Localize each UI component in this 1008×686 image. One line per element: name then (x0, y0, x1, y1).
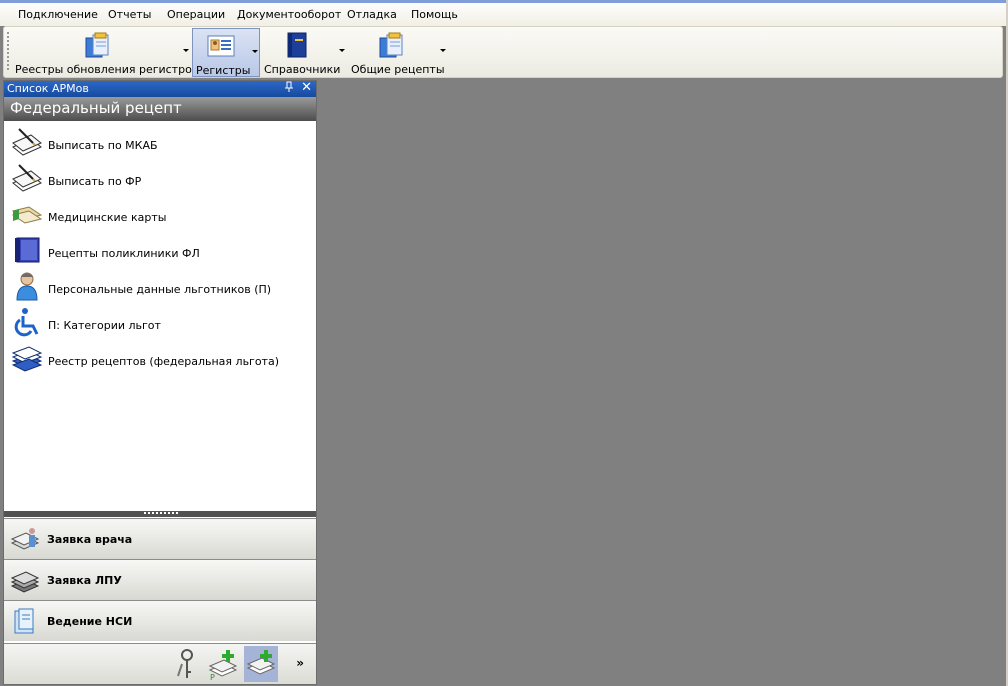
menu-debug[interactable]: Отладка (345, 8, 399, 21)
book-icon (15, 237, 40, 263)
menu-bar: Подключение Отчеты Операции Документообо… (0, 3, 1008, 26)
pin-icon[interactable] (284, 81, 294, 96)
nav-label: Заявка врача (47, 533, 133, 546)
chevron-down-icon[interactable] (339, 49, 345, 52)
reference-book-icon (287, 32, 307, 58)
common-recipes-icon (379, 32, 403, 58)
reference-books-label: Справочники (264, 63, 341, 76)
main-toolbar: Реестры обновления регистров Регистры Сп… (3, 26, 1003, 78)
nav-nsi-maintenance[interactable]: Ведение НСИ (4, 600, 316, 641)
panel-title: Список АРМов (7, 82, 89, 95)
person-icon (16, 272, 38, 301)
item-label: Реестр рецептов (федеральная льгота) (48, 355, 279, 368)
registry-updates-button[interactable]: Реестры обновления регистров (12, 28, 198, 77)
item-label: Медицинские карты (48, 211, 167, 224)
nav-clinic-request[interactable]: Заявка ЛПУ (4, 559, 316, 600)
menu-operations[interactable]: Операции (165, 8, 227, 21)
group-title: Федеральный рецепт (10, 99, 182, 117)
nav-label: Заявка ЛПУ (47, 574, 122, 587)
svg-text:P: P (210, 673, 215, 682)
keys-icon (177, 649, 193, 678)
add-document-icon (246, 650, 276, 675)
item-label: Рецепты поликлиники ФЛ (48, 247, 200, 260)
chevron-down-icon[interactable] (252, 50, 258, 53)
nav-doctor-request[interactable]: Заявка врача (4, 518, 316, 559)
doctor-request-icon (10, 528, 40, 550)
list-item[interactable]: Выписать по МКАБ (8, 125, 308, 159)
reference-books-button[interactable]: Справочники (262, 28, 346, 77)
menu-reports[interactable]: Отчеты (106, 8, 153, 21)
registry-stack-icon (11, 346, 43, 372)
registry-updates-label: Реестры обновления регистров (15, 63, 199, 76)
menu-connection[interactable]: Подключение (16, 8, 100, 21)
toolbar-grip[interactable] (7, 32, 9, 72)
add-document-button[interactable] (244, 646, 278, 682)
panel-bottom-bar: P » (4, 643, 316, 684)
common-recipes-button[interactable]: Общие рецепты (348, 28, 448, 77)
item-label: Выписать по ФР (48, 175, 142, 188)
registers-button[interactable]: Регистры (192, 28, 260, 77)
menu-document-flow[interactable]: Документооборот (235, 8, 343, 21)
menu-help[interactable]: Помощь (409, 8, 460, 21)
group-header: Федеральный рецепт (4, 97, 316, 121)
close-icon[interactable]: ✕ (301, 80, 312, 95)
item-label: Выписать по МКАБ (48, 139, 158, 152)
registers-card-icon (207, 35, 235, 57)
nav-label: Ведение НСИ (47, 615, 133, 628)
panel-title-bar: Список АРМов ✕ (4, 80, 316, 97)
medical-cards-icon (11, 206, 43, 224)
nsi-maintenance-icon (14, 608, 34, 634)
write-prescription-icon (12, 164, 42, 192)
list-item[interactable]: П: Категории льгот (8, 305, 308, 339)
list-item[interactable]: Медицинские карты (8, 197, 308, 231)
wheelchair-icon (14, 308, 39, 337)
add-prescription-button[interactable]: P (206, 646, 240, 682)
common-recipes-label: Общие рецепты (351, 63, 445, 76)
more-options-button[interactable]: » (296, 656, 304, 670)
registers-label: Регистры (196, 64, 251, 77)
list-item[interactable]: Реестр рецептов (федеральная льгота) (8, 341, 308, 375)
list-item[interactable]: Выписать по ФР (8, 161, 308, 195)
registry-update-icon (85, 32, 109, 58)
splitter-grip (144, 512, 178, 514)
write-prescription-icon (12, 128, 42, 156)
keys-button[interactable] (170, 646, 204, 682)
workspace-area (320, 80, 1006, 685)
list-item[interactable]: Персональные данные льготников (П) (8, 269, 308, 303)
item-label: П: Категории льгот (48, 319, 161, 332)
chevron-down-icon[interactable] (440, 49, 446, 52)
arm-list-panel: Список АРМов ✕ Федеральный рецепт Выписа… (3, 80, 317, 685)
chevron-down-icon[interactable] (183, 49, 189, 52)
list-item[interactable]: Рецепты поликлиники ФЛ (8, 233, 308, 267)
item-label: Персональные данные льготников (П) (48, 283, 272, 296)
panel-splitter[interactable] (4, 511, 316, 517)
add-prescription-icon: P (208, 650, 238, 682)
clinic-request-icon (10, 571, 40, 593)
